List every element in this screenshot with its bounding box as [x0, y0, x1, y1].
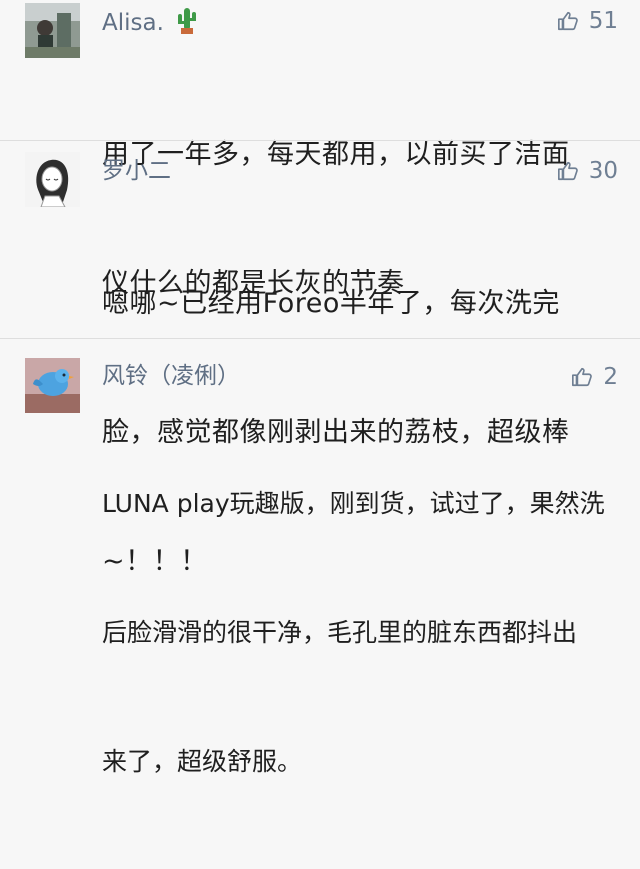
avatar[interactable]	[25, 152, 80, 207]
like-button[interactable]: 2	[571, 362, 618, 392]
comment-line: 嗯哪~已经用Foreo半年了，每次洗完	[102, 288, 560, 319]
like-button[interactable]: 30	[557, 156, 618, 186]
comment-author[interactable]: Alisa.	[102, 6, 199, 42]
thumbs-up-icon	[557, 161, 578, 181]
author-name: Alisa.	[102, 10, 164, 36]
comment-line: 来了，超级舒服。	[102, 747, 303, 776]
avatar[interactable]	[25, 358, 80, 413]
cactus-icon	[175, 6, 199, 42]
thumbs-up-icon	[572, 367, 593, 387]
divider	[0, 338, 640, 339]
like-count: 2	[603, 364, 618, 390]
comment-author[interactable]: 罗小二	[102, 156, 171, 186]
like-button[interactable]: 51	[557, 6, 618, 36]
thumbs-up-icon	[557, 11, 578, 31]
comment-text: LUNA play玩趣版，刚到货，试过了，果然洗 后脸滑滑的很干净，毛孔里的脏东…	[102, 396, 605, 869]
divider	[0, 140, 640, 141]
avatar-image-icon	[25, 358, 80, 413]
like-count: 51	[588, 8, 618, 34]
like-count: 30	[588, 158, 618, 184]
author-name: 罗小二	[102, 158, 171, 184]
avatar-image-icon	[25, 152, 80, 207]
avatar[interactable]	[25, 3, 80, 58]
comment-author[interactable]: 风铃（凌俐）	[102, 361, 240, 391]
avatar-image-icon	[25, 3, 80, 58]
comment-line: LUNA play玩趣版，刚到货，试过了，果然洗	[102, 489, 605, 518]
author-name: 风铃（凌俐）	[102, 363, 240, 389]
comment-line: 后脸滑滑的很干净，毛孔里的脏东西都抖出	[102, 618, 578, 647]
